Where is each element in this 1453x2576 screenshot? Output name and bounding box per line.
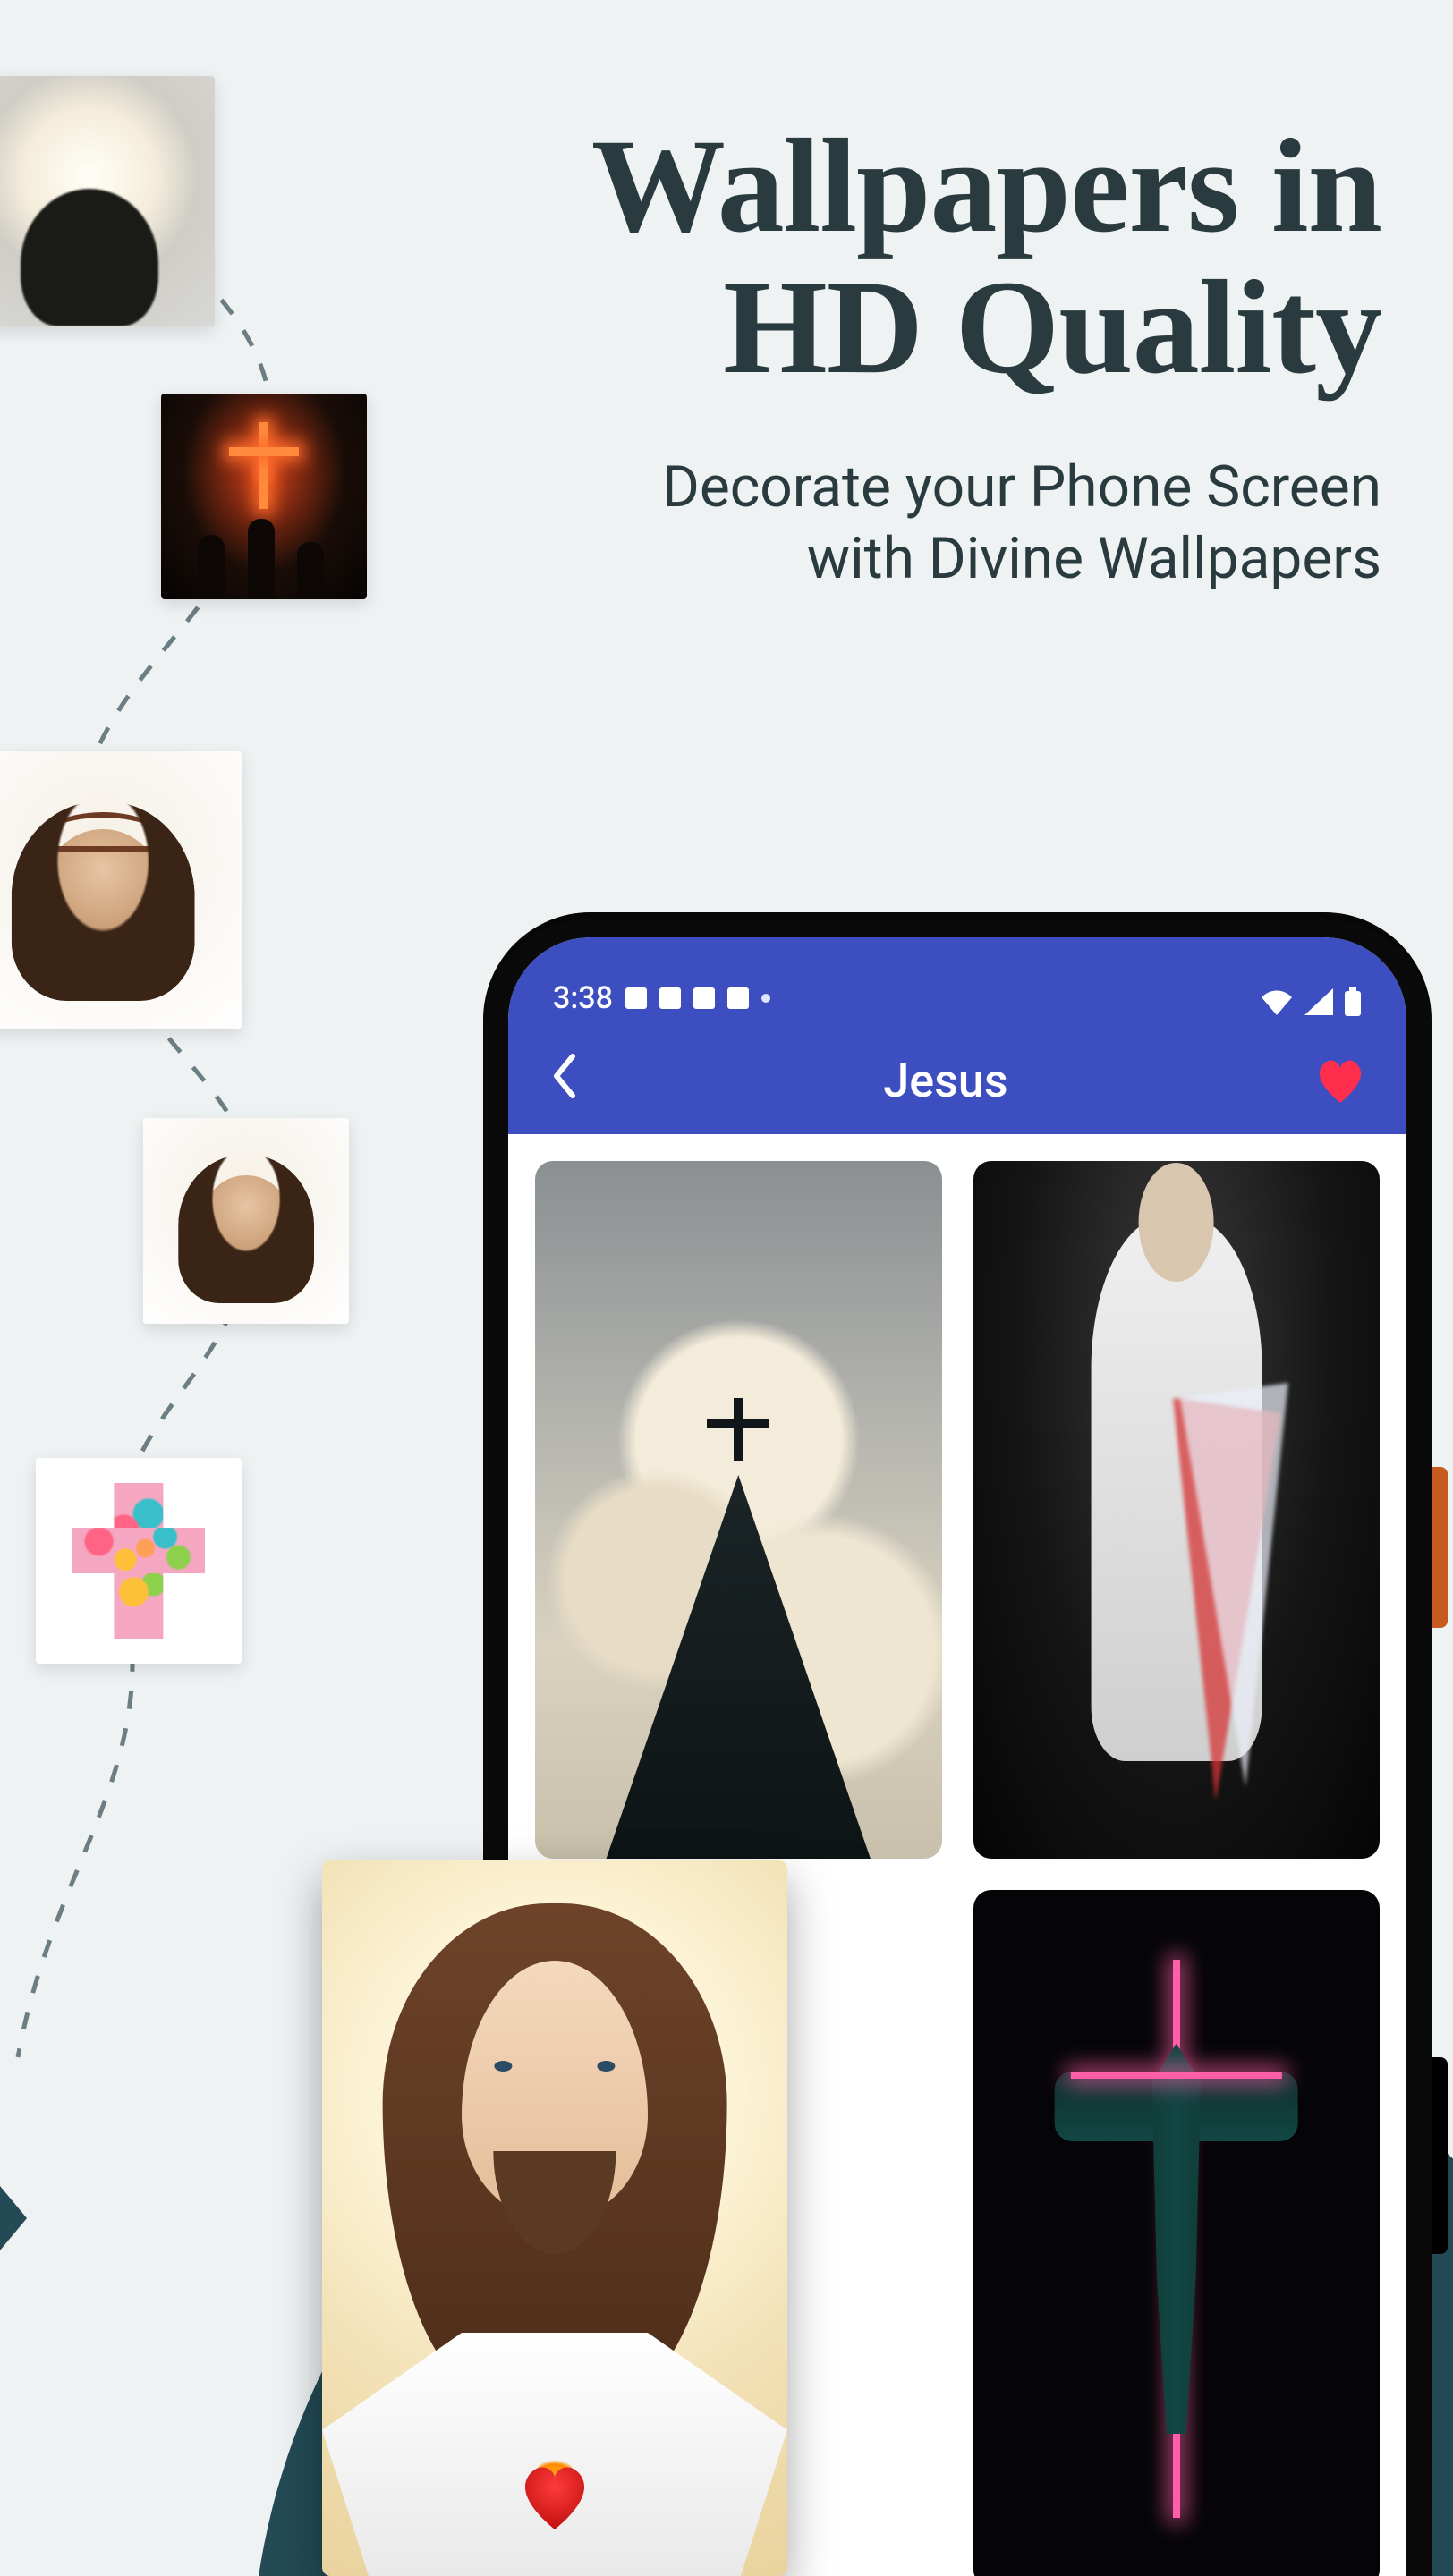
status-time: 3:38 <box>553 980 613 1016</box>
status-right <box>1260 987 1362 1016</box>
status-bar: 3:38 <box>508 937 1406 1027</box>
status-notification-icon <box>625 987 647 1009</box>
tile-neon-crucifix[interactable] <box>973 1890 1381 2576</box>
tile-divine-mercy[interactable] <box>973 1161 1381 1859</box>
status-notification-icon <box>727 987 749 1009</box>
battery-icon <box>1344 987 1362 1016</box>
image-jesus-smiling <box>143 1118 349 1324</box>
heart-icon <box>1315 1058 1365 1103</box>
status-notification-icon <box>693 987 715 1009</box>
headline-title: Wallpapers in HD Quality <box>591 116 1381 398</box>
headline-block: Wallpapers in HD Quality Decorate your P… <box>591 116 1381 595</box>
image-neon-crucifix <box>973 1890 1381 2576</box>
thumb-backlit-jesus <box>0 76 215 326</box>
status-more-icon <box>761 994 770 1003</box>
thumb-floral-cross <box>36 1458 242 1664</box>
headline-subtitle: Decorate your Phone Screen with Divine W… <box>591 452 1381 595</box>
app-header: Jesus <box>508 1027 1406 1134</box>
headline-sub2: with Divine Wallpapers <box>807 525 1381 592</box>
status-left: 3:38 <box>553 980 770 1016</box>
thumb-jesus-thorns-watercolor <box>0 751 242 1029</box>
thumb-jesus-smiling-watercolor <box>143 1118 349 1324</box>
headline-sub1: Decorate your Phone Screen <box>662 453 1381 521</box>
app-title: Jesus <box>883 1054 1007 1108</box>
back-button[interactable] <box>549 1053 576 1108</box>
card-sacred-heart-jesus[interactable] <box>322 1860 787 2576</box>
image-neon-cross <box>161 394 367 599</box>
chevron-left-icon <box>549 1053 576 1099</box>
image-christ-redeemer <box>535 1161 942 1859</box>
headline-line1: Wallpapers in <box>591 112 1381 260</box>
signal-icon <box>1304 988 1333 1015</box>
phone-volume-button <box>1432 2057 1448 2254</box>
thumb-neon-cross-worship <box>161 394 367 599</box>
favorites-button[interactable] <box>1315 1058 1365 1103</box>
background-triangle <box>0 2165 27 2272</box>
image-floral-cross <box>36 1458 242 1664</box>
headline-line2: HD Quality <box>723 253 1381 402</box>
image-divine-mercy <box>973 1161 1381 1859</box>
image-sacred-heart <box>322 1860 787 2576</box>
image-jesus-thorns <box>0 751 242 1029</box>
wifi-icon <box>1260 988 1294 1015</box>
tile-christ-redeemer-clouds[interactable] <box>535 1161 942 1859</box>
phone-power-button <box>1432 1467 1448 1628</box>
status-notification-icon <box>659 987 681 1009</box>
image-backlit-jesus <box>0 76 215 326</box>
